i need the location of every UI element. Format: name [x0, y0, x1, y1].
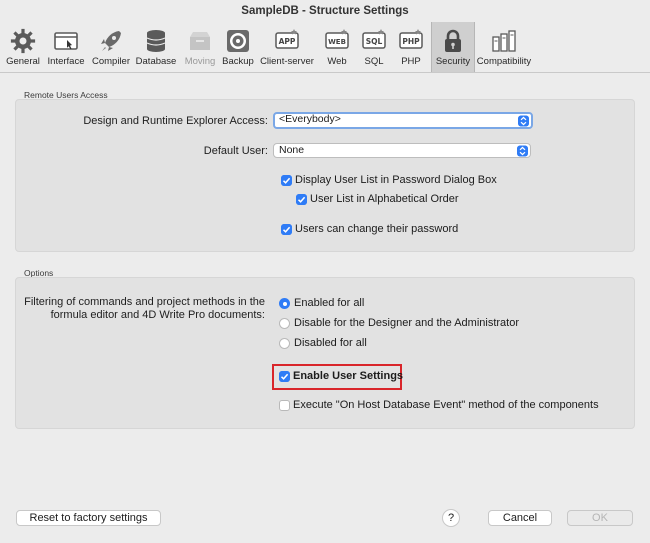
- display-user-list-checkbox[interactable]: [281, 175, 292, 186]
- tab-moving-label: Moving: [184, 56, 216, 67]
- tab-web[interactable]: WEB Web: [320, 22, 354, 72]
- moving-icon: [190, 32, 210, 50]
- web-icon: WEB: [325, 29, 349, 49]
- interface-icon: [54, 32, 78, 50]
- radio-disable-designer-label: Disable for the Designer and the Adminis…: [294, 317, 520, 329]
- tab-compiler-label: Compiler: [91, 56, 130, 67]
- execute-event-label: Execute "On Host Database Event" method …: [293, 399, 599, 411]
- tab-general-label: General: [6, 56, 40, 67]
- explorer-access-label: Design and Runtime Explorer Access:: [83, 115, 268, 127]
- tab-interface[interactable]: Interface: [44, 22, 88, 72]
- tab-php-label: PHP: [401, 56, 421, 67]
- database-icon: [146, 30, 166, 52]
- alphabetical-order-checkbox[interactable]: [296, 194, 307, 205]
- settings-toolbar: General Interface Compiler Database Movi…: [0, 22, 650, 73]
- execute-event-checkbox[interactable]: [279, 400, 290, 411]
- tab-general[interactable]: General: [4, 22, 42, 72]
- tab-sql[interactable]: SQL SQL: [358, 22, 390, 72]
- tab-compatibility[interactable]: Compatibility: [475, 22, 533, 72]
- tab-database[interactable]: Database: [134, 22, 178, 72]
- tab-compiler[interactable]: Compiler: [90, 22, 132, 72]
- popup-chevron-icon: [517, 145, 528, 156]
- change-password-label: Users can change their password: [295, 223, 459, 235]
- php-badge-text: PHP: [402, 37, 420, 46]
- tab-php[interactable]: PHP PHP: [395, 22, 427, 72]
- tab-compatibility-label: Compatibility: [476, 56, 532, 67]
- filter-label-line1: Filtering of commands and project method…: [24, 296, 265, 308]
- php-icon: PHP: [399, 29, 423, 49]
- enable-user-settings-label: Enable User Settings: [293, 370, 404, 382]
- cancel-button[interactable]: Cancel: [488, 510, 552, 526]
- help-button[interactable]: ?: [442, 509, 460, 527]
- radio-disabled-all-label: Disabled for all: [294, 337, 367, 349]
- default-user-value: None: [279, 144, 305, 156]
- tab-backup-label: Backup: [222, 56, 254, 67]
- radio-disable-designer[interactable]: [279, 318, 290, 329]
- backup-icon: [227, 30, 249, 52]
- compatibility-icon: [492, 30, 516, 52]
- app-server-icon: APP: [275, 29, 299, 49]
- sql-icon: SQL: [362, 29, 386, 49]
- tab-client-server[interactable]: APP Client-server: [258, 22, 316, 72]
- filter-label-line2: formula editor and 4D Write Pro document…: [50, 309, 265, 321]
- tab-sql-label: SQL: [364, 56, 384, 67]
- tab-client-server-label: Client-server: [260, 56, 314, 67]
- alphabetical-order-label: User List in Alphabetical Order: [310, 193, 459, 205]
- lock-icon: [445, 29, 461, 52]
- tab-backup[interactable]: Backup: [220, 22, 256, 72]
- sql-badge-text: SQL: [366, 37, 383, 46]
- default-user-label: Default User:: [203, 145, 268, 157]
- radio-disabled-for-all[interactable]: [279, 338, 290, 349]
- window-title: SampleDB - Structure Settings: [241, 5, 409, 17]
- popup-chevron-icon: [518, 115, 529, 126]
- ok-button[interactable]: OK: [567, 510, 633, 526]
- web-badge-text: WEB: [328, 38, 346, 46]
- tab-interface-label: Interface: [47, 56, 85, 67]
- gear-icon: [10, 28, 36, 54]
- tab-moving[interactable]: Moving: [180, 22, 220, 72]
- settings-window: SampleDB - Structure Settings General In…: [0, 0, 650, 543]
- tab-security[interactable]: Security: [431, 22, 475, 72]
- tab-web-label: Web: [327, 56, 347, 67]
- tab-database-label: Database: [135, 56, 177, 67]
- radio-enabled-label: Enabled for all: [294, 297, 365, 309]
- enable-user-settings-checkbox[interactable]: [279, 371, 290, 382]
- radio-enabled-for-all[interactable]: [279, 298, 290, 309]
- change-password-checkbox[interactable]: [281, 224, 292, 235]
- rocket-icon: [101, 31, 121, 51]
- tab-security-label: Security: [435, 56, 471, 67]
- explorer-access-value: <Everybody>: [279, 113, 341, 125]
- explorer-access-popup[interactable]: <Everybody>: [273, 112, 533, 129]
- reset-factory-button[interactable]: Reset to factory settings: [16, 510, 161, 526]
- app-badge-text: APP: [279, 37, 296, 46]
- default-user-popup[interactable]: None: [273, 143, 531, 158]
- display-user-list-label: Display User List in Password Dialog Box: [295, 174, 497, 186]
